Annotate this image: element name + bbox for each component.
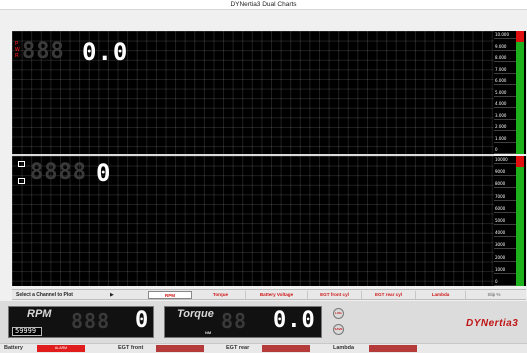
status-egt-front-indicator [156,345,204,352]
scale-tick-label: 6000 [495,205,506,211]
status-lambda-indicator [369,345,417,352]
torque-gauge: Torque NM 88 0.0 [164,306,322,338]
scale-tick-label: 9000 [495,169,506,175]
save-button[interactable]: SAVE [333,324,344,335]
scale-tickmark [494,285,516,286]
channel-selector-label: Select a Channel to Plot [16,292,73,298]
status-bar: Battery ALARM EGT front EGT rear Lambda [0,343,527,353]
channel-select-icon-2[interactable] [18,178,25,184]
channel-button-battery-voltage[interactable]: Battery Voltage [246,291,308,299]
scale-tickmark [494,175,516,177]
scale-tickmark [494,163,516,164]
top-chart-level-meter [516,31,524,154]
torque-gauge-title: Torque [177,308,214,320]
channel-button-lambda[interactable]: Lambda [416,291,466,299]
app-window: DYNertia3 Dual Charts P W R 888 0.0 10.0… [0,0,527,353]
scale-tickmark [494,211,516,213]
scale-tickmark [494,248,516,250]
scale-tick-label: 10.000 [495,32,509,37]
bottom-readout-ghost-digits: 8888 [30,160,87,185]
scale-tickmark [494,49,516,51]
bottom-readout-value: 0 [96,159,112,187]
scale-tick-label: 9.000 [495,43,507,49]
save-button-label: SAVE [334,327,343,331]
scale-tick-label: 2000 [495,254,506,260]
scale-tickmark [494,272,516,274]
status-label-egt-rear: EGT rear [226,345,250,351]
scale-tickmark [494,72,516,74]
status-battery-indicator: ALARM [37,345,85,352]
scale-tickmark [494,236,516,238]
scale-tick-label: 0 [495,279,498,284]
torque-unit: NM [205,330,212,335]
scale-tickmark [494,260,516,262]
scale-tickmark [494,95,516,97]
meter-overrange-zone [516,31,524,42]
scale-tickmark [494,187,516,189]
scale-tick-label: 10000 [495,157,508,162]
scale-tick-label: 1.000 [495,135,507,141]
rpm-ghost-digits: 888 [71,309,111,333]
scale-tick-label: 6.000 [495,78,507,83]
scale-tick-label: 8000 [495,181,506,187]
window-title: DYNertia3 Dual Charts [230,1,297,8]
top-readout-value: 0.0 [82,38,129,66]
meter-overrange-zone [516,156,524,167]
status-egt-rear-indicator [262,345,310,352]
scale-tick-label: 7.000 [495,66,507,72]
channel-button-egt-front[interactable]: EGT front cyl [308,291,362,299]
scale-tickmark [494,61,516,62]
log-button-label: LOG [335,311,342,315]
scale-tickmark [494,38,516,39]
gauges-strip: RPM 59999 888 0 Torque NM 88 0.0 LOG SAV… [0,301,527,343]
title-bar[interactable]: DYNertia3 Dual Charts [0,0,527,10]
bottom-chart-level-meter [516,156,524,286]
status-label-egt-front: EGT front [118,345,144,351]
scale-tick-label: 7000 [495,193,506,199]
channel-button-egt-rear[interactable]: EGT rear cyl [362,291,416,299]
scale-tickmark [494,118,516,120]
scale-tick-label: 1000 [495,266,506,272]
rpm-mini-readout: 59999 [12,327,42,336]
channel-select-icon-1[interactable] [18,161,25,167]
channel-button-slip[interactable]: Slip % [466,291,522,299]
scale-tick-label: 3000 [495,242,506,248]
selector-arrow-icon[interactable]: ▶ [110,290,114,300]
dynertia-logo: DYNertia3 [466,318,519,329]
bottom-chart-scale: 10000 9000 8000 7000 6000 5000 4000 3000 2000 100… [494,156,516,286]
torque-value: 0.0 [273,308,316,333]
scale-tickmark [494,130,516,131]
status-label-lambda: Lambda [333,345,355,351]
scale-tick-label: 0 [495,147,498,152]
scale-tickmark [494,107,516,108]
scale-tickmark [494,84,516,85]
scale-tickmark [494,153,516,154]
scale-tick-label: 4000 [495,230,506,236]
log-button[interactable]: LOG [333,308,344,319]
channel-button-rpm[interactable]: RPM [148,291,192,299]
scale-tick-label: 5000 [495,218,506,223]
top-chart-scale: 10.000 9.000 8.000 7.000 6.000 5.000 4.000 3.00… [494,31,516,154]
scale-tickmark [494,141,516,143]
scale-tickmark [494,199,516,201]
channel-letter-r: R [15,53,19,59]
scale-tickmark [494,224,516,225]
bottom-chart-panel: 8888 0 10000 9000 8000 7000 6000 5000 4000 3000… [12,156,526,286]
rpm-gauge: RPM 59999 888 0 [8,306,154,338]
status-label-battery: Battery [4,345,23,351]
rpm-gauge-title: RPM [27,308,52,320]
channel-selector-bar: Select a Channel to Plot ▶ RPM Torque Ba… [12,289,526,300]
rpm-value: 0 [135,308,150,333]
scale-tick-label: 2.000 [495,124,507,129]
scale-tick-label: 4.000 [495,101,507,106]
torque-ghost-digits: 88 [221,309,248,333]
scale-tick-label: 5.000 [495,89,507,95]
top-chart-panel: P W R 888 0.0 10.000 9.000 8.000 7.000 6.000… [12,31,526,154]
scale-tick-label: 8.000 [495,55,507,60]
channel-button-torque[interactable]: Torque [196,291,246,299]
scale-tick-label: 3.000 [495,112,507,118]
top-readout-ghost-digits: 888 [22,39,65,64]
